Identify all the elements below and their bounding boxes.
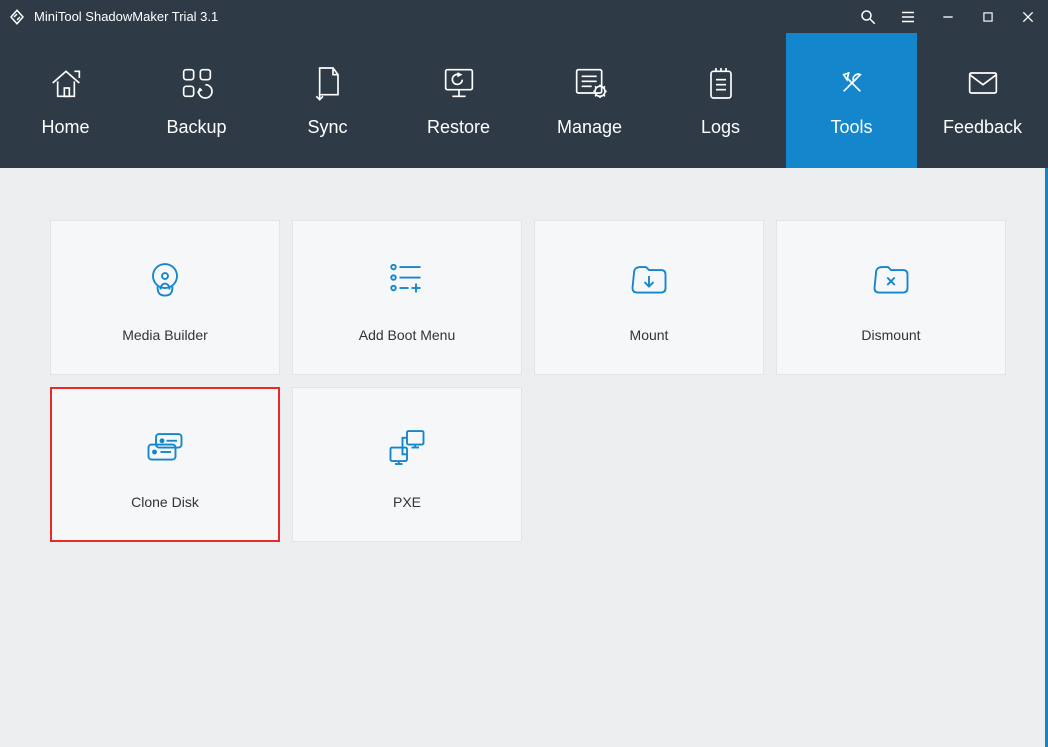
nav-tools[interactable]: Tools — [786, 33, 917, 168]
titlebar: MiniTool ShadowMaker Trial 3.1 — [0, 0, 1048, 33]
maximize-button[interactable] — [968, 0, 1008, 33]
tile-clone-disk[interactable]: Clone Disk — [50, 387, 280, 542]
tile-media-builder[interactable]: Media Builder — [50, 220, 280, 375]
feedback-icon — [963, 63, 1003, 103]
tools-icon — [832, 63, 872, 103]
nav-label: Manage — [557, 117, 622, 138]
home-icon — [46, 63, 86, 103]
mount-icon — [623, 253, 675, 305]
tile-label: PXE — [393, 494, 421, 510]
nav-label: Backup — [166, 117, 226, 138]
minimize-button[interactable] — [928, 0, 968, 33]
app-title: MiniTool ShadowMaker Trial 3.1 — [34, 9, 218, 24]
nav-label: Feedback — [943, 117, 1022, 138]
nav-feedback[interactable]: Feedback — [917, 33, 1048, 168]
nav-sync[interactable]: Sync — [262, 33, 393, 168]
nav-label: Logs — [701, 117, 740, 138]
sync-icon — [308, 63, 348, 103]
main-nav: Home Backup Sync Restore — [0, 33, 1048, 168]
tile-label: Mount — [630, 327, 669, 343]
tile-pxe[interactable]: PXE — [292, 387, 522, 542]
menu-icon[interactable] — [888, 0, 928, 33]
nav-logs[interactable]: Logs — [655, 33, 786, 168]
tile-label: Add Boot Menu — [359, 327, 456, 343]
search-icon[interactable] — [848, 0, 888, 33]
tile-mount[interactable]: Mount — [534, 220, 764, 375]
nav-restore[interactable]: Restore — [393, 33, 524, 168]
pxe-icon — [381, 420, 433, 472]
tile-label: Dismount — [861, 327, 920, 343]
restore-icon — [439, 63, 479, 103]
nav-label: Tools — [830, 117, 872, 138]
app-logo-icon — [8, 8, 26, 26]
manage-icon — [570, 63, 610, 103]
tools-grid: Media Builder Add Boot Menu Mount — [0, 168, 1048, 594]
logs-icon — [701, 63, 741, 103]
tile-dismount[interactable]: Dismount — [776, 220, 1006, 375]
clone-disk-icon — [139, 420, 191, 472]
add-boot-menu-icon — [381, 253, 433, 305]
backup-icon — [177, 63, 217, 103]
tile-label: Clone Disk — [131, 494, 199, 510]
close-button[interactable] — [1008, 0, 1048, 33]
nav-backup[interactable]: Backup — [131, 33, 262, 168]
nav-label: Restore — [427, 117, 490, 138]
nav-home[interactable]: Home — [0, 33, 131, 168]
nav-label: Home — [41, 117, 89, 138]
nav-label: Sync — [307, 117, 347, 138]
dismount-icon — [865, 253, 917, 305]
nav-manage[interactable]: Manage — [524, 33, 655, 168]
tile-label: Media Builder — [122, 327, 208, 343]
media-builder-icon — [139, 253, 191, 305]
tile-add-boot-menu[interactable]: Add Boot Menu — [292, 220, 522, 375]
